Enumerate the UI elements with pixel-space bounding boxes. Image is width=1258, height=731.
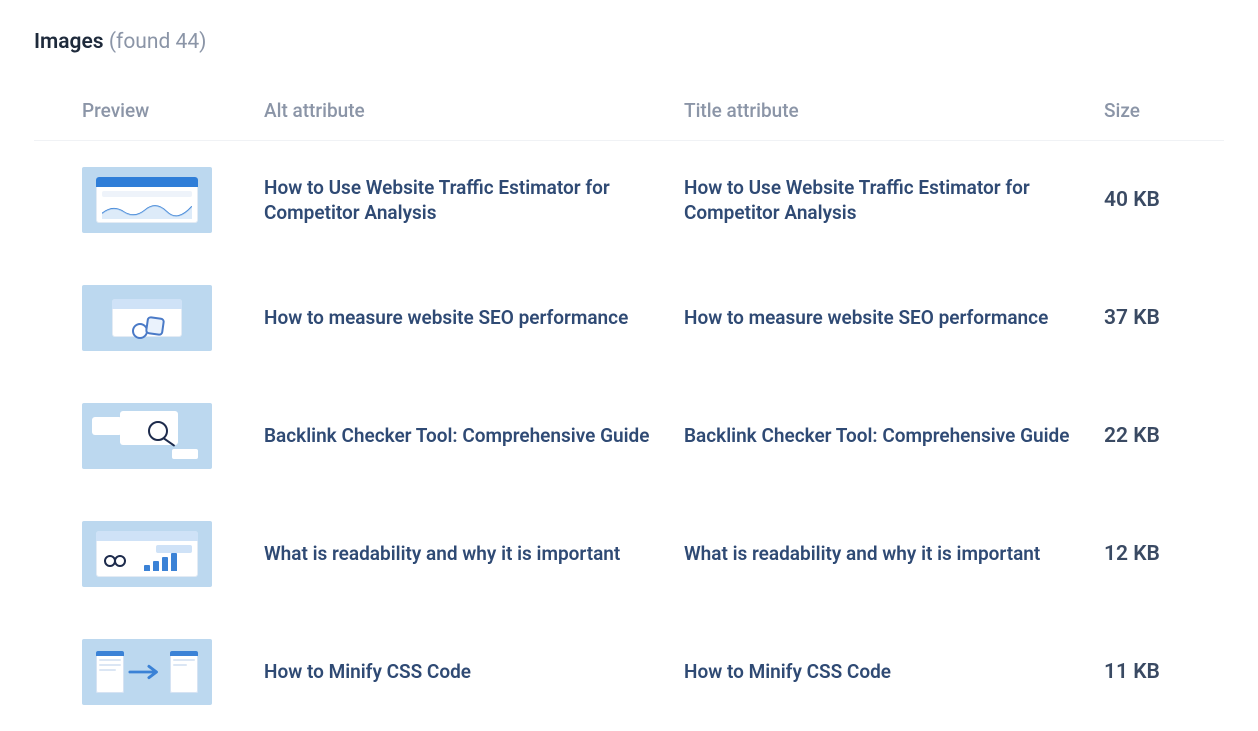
- panel-title-label: Images: [34, 30, 104, 54]
- title-attribute-cell: How to Use Website Traffic Estimator for…: [684, 175, 1104, 226]
- column-header-alt[interactable]: Alt attribute: [264, 85, 684, 141]
- table-header-row: Preview Alt attribute Title attribute Si…: [34, 85, 1224, 141]
- image-thumbnail[interactable]: [82, 403, 212, 469]
- title-attribute-cell: What is readability and why it is import…: [684, 541, 1104, 567]
- bar-chart-icon: [144, 553, 177, 571]
- size-cell: 37 KB: [1104, 306, 1224, 330]
- title-attribute-cell: Backlink Checker Tool: Comprehensive Gui…: [684, 423, 1104, 449]
- arrow-right-icon: [128, 664, 166, 680]
- table-row[interactable]: How to Minify CSS Code How to Minify CSS…: [34, 613, 1224, 731]
- image-thumbnail[interactable]: [82, 167, 212, 233]
- title-attribute-cell: How to measure website SEO performance: [684, 305, 1104, 331]
- title-attribute-cell: How to Minify CSS Code: [684, 659, 1104, 685]
- alt-attribute-cell: Backlink Checker Tool: Comprehensive Gui…: [264, 423, 684, 449]
- column-header-title[interactable]: Title attribute: [684, 85, 1104, 141]
- images-panel: Images (found 44) Preview Alt attribute …: [0, 0, 1258, 711]
- table-row[interactable]: How to measure website SEO performance H…: [34, 259, 1224, 377]
- glasses-icon: [104, 552, 126, 571]
- size-cell: 12 KB: [1104, 542, 1224, 566]
- magnifier-icon: [148, 421, 168, 441]
- panel-title: Images (found 44): [34, 30, 1224, 55]
- size-cell: 22 KB: [1104, 424, 1224, 448]
- size-cell: 11 KB: [1104, 660, 1224, 684]
- size-cell: 40 KB: [1104, 188, 1224, 212]
- images-table: Preview Alt attribute Title attribute Si…: [34, 85, 1224, 731]
- image-thumbnail[interactable]: [82, 639, 212, 705]
- table-row[interactable]: What is readability and why it is import…: [34, 495, 1224, 613]
- alt-attribute-cell: How to Use Website Traffic Estimator for…: [264, 175, 684, 226]
- alt-attribute-cell: What is readability and why it is import…: [264, 541, 684, 567]
- image-thumbnail[interactable]: [82, 285, 212, 351]
- column-header-size[interactable]: Size: [1104, 85, 1224, 141]
- column-header-preview[interactable]: Preview: [34, 85, 264, 141]
- alt-attribute-cell: How to Minify CSS Code: [264, 659, 684, 685]
- image-thumbnail[interactable]: [82, 521, 212, 587]
- panel-title-count: (found 44): [109, 30, 207, 54]
- alt-attribute-cell: How to measure website SEO performance: [264, 305, 684, 331]
- table-row[interactable]: Backlink Checker Tool: Comprehensive Gui…: [34, 377, 1224, 495]
- table-row[interactable]: How to Use Website Traffic Estimator for…: [34, 141, 1224, 260]
